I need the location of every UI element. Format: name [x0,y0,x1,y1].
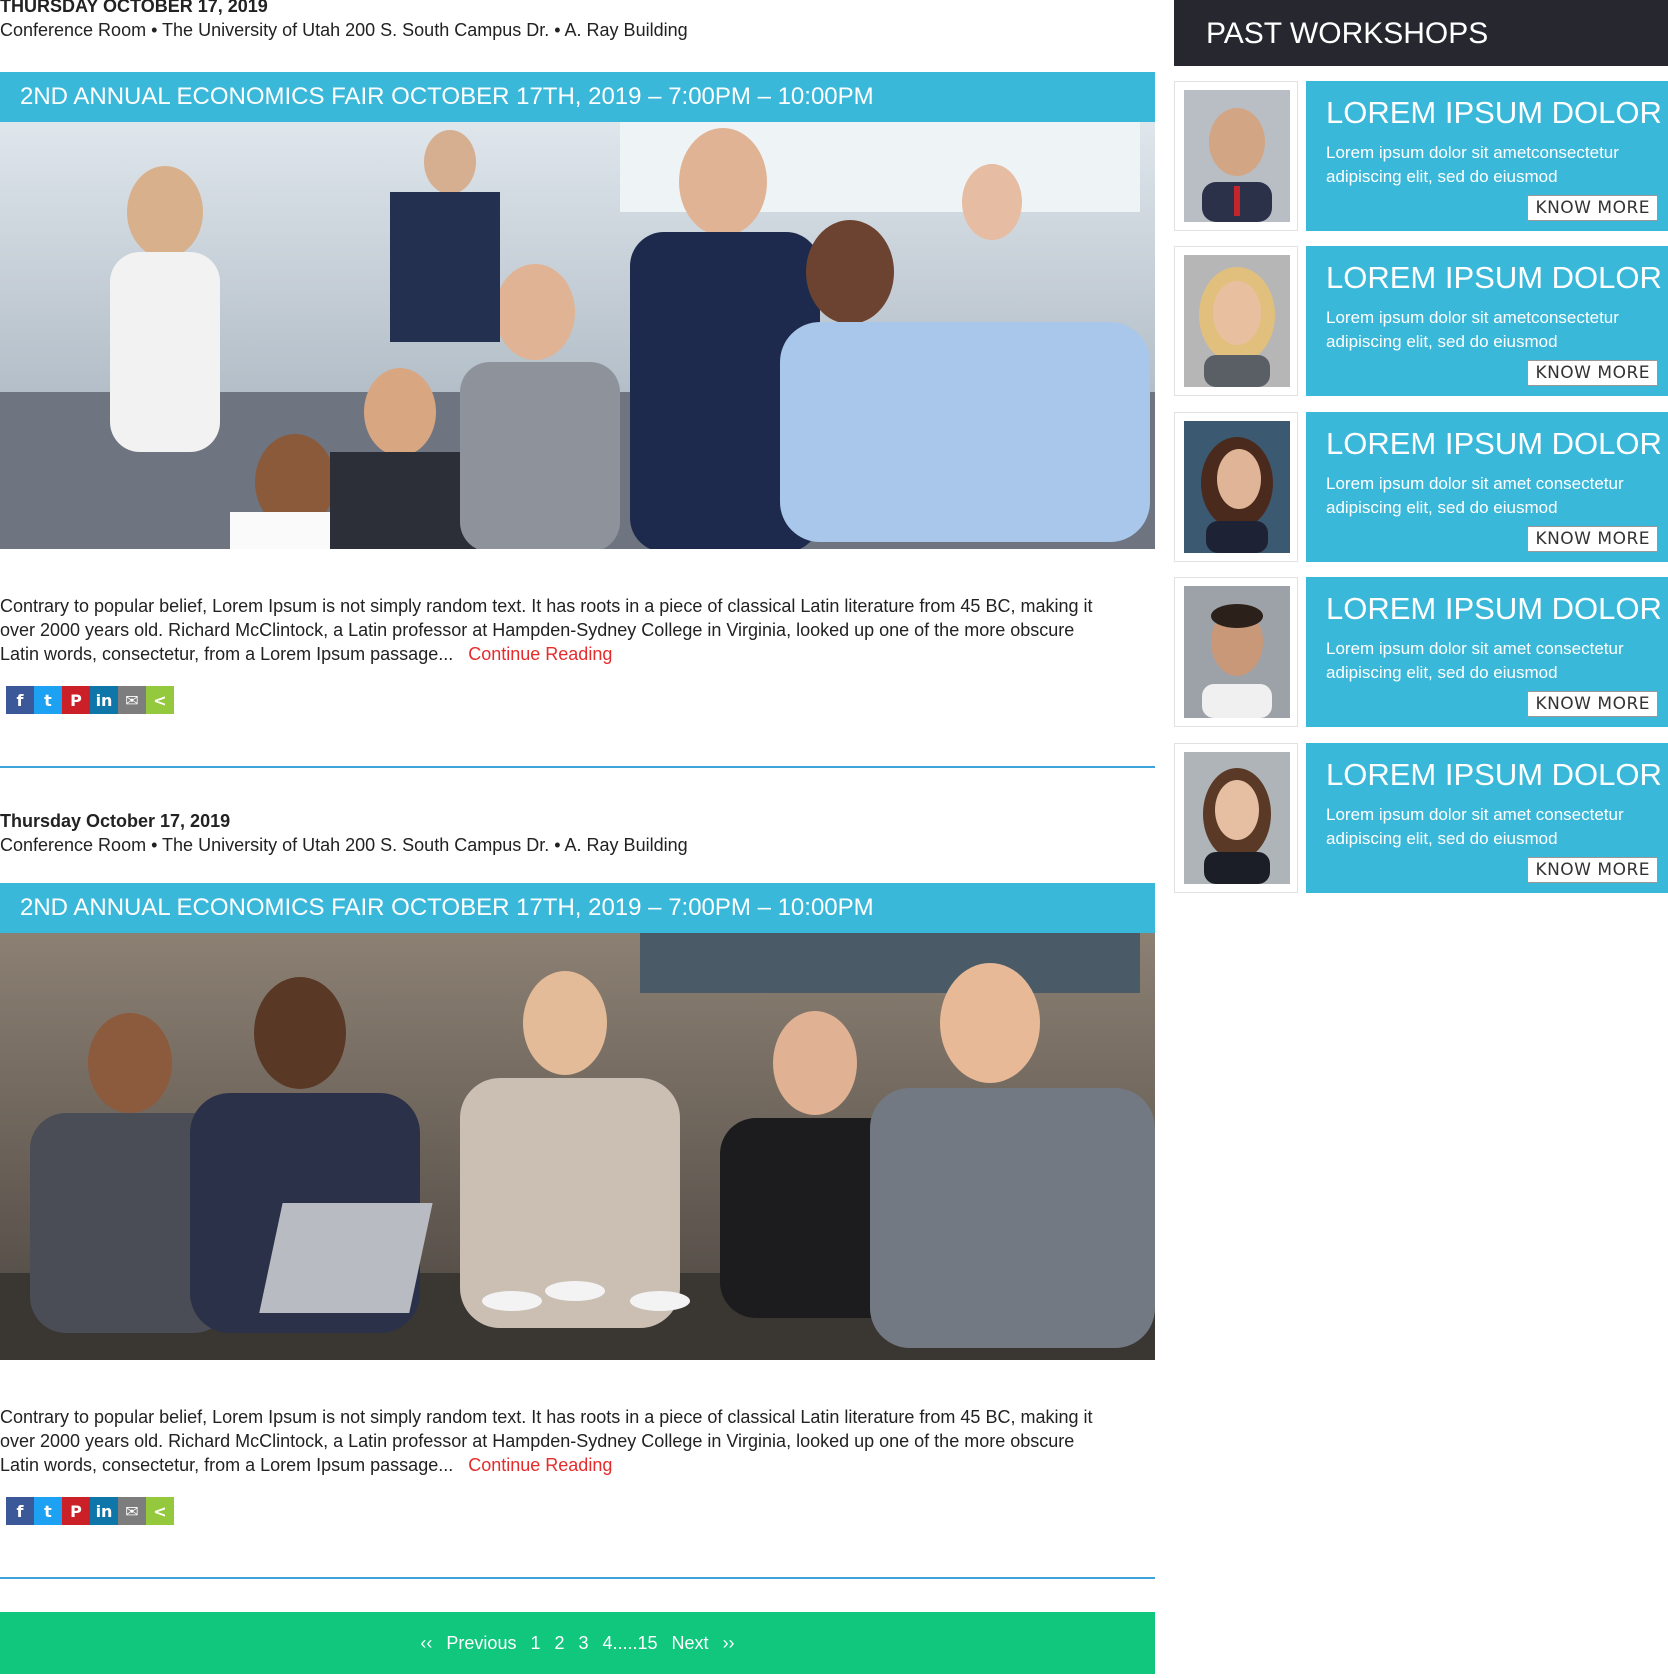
avatar[interactable] [1184,586,1290,718]
event-photo[interactable] [0,933,1155,1360]
event-date: Thursday October 17, 2019 [0,811,231,831]
share-bar: f t P in ✉ < [6,1497,174,1525]
workshop-card: LOREM IPSUM DOLOR Lorem ipsum dolor sit … [1174,81,1668,231]
event-title[interactable]: 2ND ANNUAL ECONOMICS FAIR OCTOBER 17TH, … [0,883,1155,933]
page-link[interactable]: 2 [554,1633,564,1654]
email-icon[interactable]: ✉ [118,686,146,714]
next-arrow-icon[interactable]: ›› [723,1633,735,1654]
know-more-button[interactable]: KNOW MORE [1527,360,1658,386]
avatar-frame [1174,81,1298,231]
card-text: Lorem ipsum dolor sit amet consectetur a… [1326,639,1624,682]
page-link[interactable]: 1 [530,1633,540,1654]
avatar-frame [1174,412,1298,562]
event-excerpt: Contrary to popular belief, Lorem Ipsum … [0,1405,1110,1477]
facebook-icon[interactable]: f [6,686,34,714]
avatar[interactable] [1184,421,1290,553]
card-text: Lorem ipsum dolor sit amet consectetur a… [1326,805,1624,848]
avatar[interactable] [1184,752,1290,884]
card-text: Lorem ipsum dolor sit ametconsectetur ad… [1326,143,1619,186]
linkedin-icon[interactable]: in [90,686,118,714]
know-more-button[interactable]: KNOW MORE [1527,857,1658,883]
share-icon[interactable]: < [146,686,174,714]
workshop-card: LOREM IPSUM DOLOR Lorem ipsum dolor sit … [1174,412,1668,562]
pinterest-icon[interactable]: P [62,686,90,714]
card-title[interactable]: LOREM IPSUM DOLOR [1326,95,1662,131]
next-link[interactable]: Next [672,1633,709,1654]
event-date: THURSDAY OCTOBER 17, 2019 [0,0,268,16]
workshop-card-body: LOREM IPSUM DOLOR Lorem ipsum dolor sit … [1306,246,1668,396]
page-link[interactable]: 4.....15 [603,1633,658,1654]
sidebar: PAST WORKSHOPS LOREM IPSUM DOLOR Lorem i… [1174,0,1668,893]
workshop-card: LOREM IPSUM DOLOR Lorem ipsum dolor sit … [1174,246,1668,396]
continue-reading-link[interactable]: Continue Reading [468,1455,612,1475]
event-photo[interactable] [0,122,1155,549]
workshop-card: LOREM IPSUM DOLOR Lorem ipsum dolor sit … [1174,577,1668,727]
twitter-icon[interactable]: t [34,686,62,714]
card-title[interactable]: LOREM IPSUM DOLOR [1326,426,1662,462]
avatar[interactable] [1184,255,1290,387]
facebook-icon[interactable]: f [6,1497,34,1525]
workshop-card: LOREM IPSUM DOLOR Lorem ipsum dolor sit … [1174,743,1668,893]
event-location: Conference Room • The University of Utah… [0,20,688,40]
twitter-icon[interactable]: t [34,1497,62,1525]
avatar-frame [1174,246,1298,396]
divider [0,1577,1155,1579]
card-text: Lorem ipsum dolor sit amet consectetur a… [1326,474,1624,517]
continue-reading-link[interactable]: Continue Reading [468,644,612,664]
email-icon[interactable]: ✉ [118,1497,146,1525]
previous-link[interactable]: Previous [446,1633,516,1654]
event-location: Conference Room • The University of Utah… [0,835,688,855]
avatar-frame [1174,577,1298,727]
event-excerpt: Contrary to popular belief, Lorem Ipsum … [0,594,1110,666]
pinterest-icon[interactable]: P [62,1497,90,1525]
workshop-card-body: LOREM IPSUM DOLOR Lorem ipsum dolor sit … [1306,412,1668,562]
share-icon[interactable]: < [146,1497,174,1525]
page-link[interactable]: 3 [578,1633,588,1654]
linkedin-icon[interactable]: in [90,1497,118,1525]
divider [0,766,1155,768]
card-title[interactable]: LOREM IPSUM DOLOR [1326,260,1662,296]
know-more-button[interactable]: KNOW MORE [1527,526,1658,552]
card-text: Lorem ipsum dolor sit ametconsectetur ad… [1326,308,1619,351]
prev-arrow-icon[interactable]: ‹‹ [420,1633,432,1654]
workshop-card-body: LOREM IPSUM DOLOR Lorem ipsum dolor sit … [1306,81,1668,231]
sidebar-heading: PAST WORKSHOPS [1174,0,1668,66]
avatar-frame [1174,743,1298,893]
know-more-button[interactable]: KNOW MORE [1527,195,1658,221]
workshop-card-body: LOREM IPSUM DOLOR Lorem ipsum dolor sit … [1306,577,1668,727]
share-bar: f t P in ✉ < [6,686,174,714]
card-title[interactable]: LOREM IPSUM DOLOR [1326,591,1662,627]
card-title[interactable]: LOREM IPSUM DOLOR [1326,757,1662,793]
event-title[interactable]: 2ND ANNUAL ECONOMICS FAIR OCTOBER 17TH, … [0,72,1155,122]
know-more-button[interactable]: KNOW MORE [1527,691,1658,717]
avatar[interactable] [1184,90,1290,222]
pagination: ‹‹ Previous 1 2 3 4.....15 Next ›› [0,1612,1155,1674]
workshop-card-body: LOREM IPSUM DOLOR Lorem ipsum dolor sit … [1306,743,1668,893]
